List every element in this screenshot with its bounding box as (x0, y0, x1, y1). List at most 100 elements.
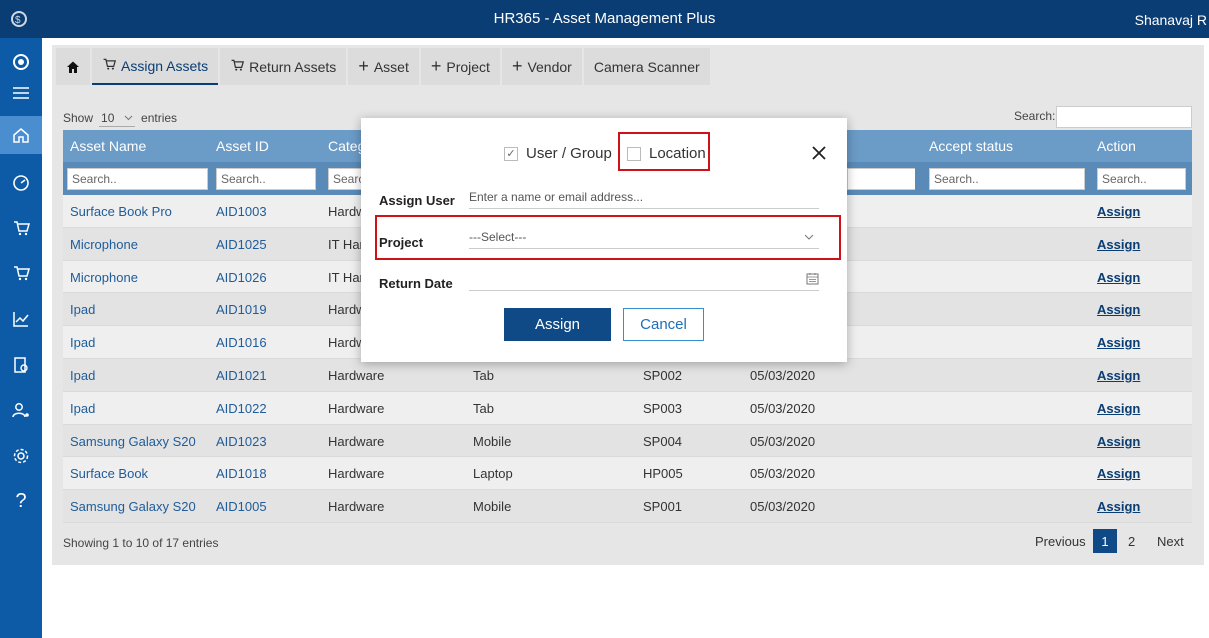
tab-return-assets[interactable]: Return Assets (220, 48, 347, 85)
filter-column-input[interactable] (847, 168, 915, 190)
assign-link[interactable]: Assign (1097, 270, 1140, 285)
hamburger-menu-icon[interactable] (0, 74, 42, 112)
date-cell: 05/03/2020 (750, 499, 816, 515)
assign-link[interactable]: Assign (1097, 237, 1140, 252)
date-cell: 05/03/2020 (750, 367, 816, 383)
assign-link[interactable]: Assign (1097, 368, 1140, 383)
pager-page-1-button[interactable]: 1 (1093, 529, 1117, 553)
document-search-icon[interactable] (0, 346, 42, 384)
asset-name-cell: Surface Book (70, 466, 149, 482)
plus-icon: + (511, 56, 523, 76)
plus-icon: + (430, 56, 442, 76)
check-icon[interactable]: ✓ (504, 146, 518, 161)
col-category[interactable]: Categ (328, 138, 365, 154)
asset-name-cell: Samsung Galaxy S20 (70, 499, 196, 515)
category-cell: Hardware (328, 499, 385, 515)
project-select[interactable]: ---Select--- (469, 227, 819, 249)
settings-gear-icon[interactable] (0, 437, 42, 475)
pager-previous-button[interactable]: Previous (1035, 529, 1086, 553)
type-cell: Tab (473, 400, 494, 416)
reports-chart-icon[interactable] (0, 300, 42, 338)
return-date-input[interactable] (469, 269, 819, 291)
asset-id-cell: AID1019 (216, 302, 267, 318)
return-date-label: Return Date (379, 276, 453, 291)
type-cell: Tab (473, 367, 494, 383)
asset-id-cell: AID1022 (216, 400, 267, 416)
tab-label: Vendor (527, 58, 572, 75)
add-vendor-button[interactable]: + Vendor (501, 48, 582, 85)
table-row: Ipad AID1021 Hardware Tab SP002 05/03/2020 Ass… (63, 358, 1192, 392)
cancel-button[interactable]: Cancel (623, 308, 704, 341)
asset-name-cell: Microphone (70, 269, 138, 285)
category-cell: Hardware (328, 400, 385, 416)
date-cell: 05/03/2020 (750, 466, 816, 482)
project-label: Project (379, 235, 424, 250)
category-cell: Hardw (328, 204, 366, 219)
category-cell: Hardw (328, 335, 366, 351)
home-icon[interactable] (0, 116, 42, 154)
assign-user-label: Assign User (379, 193, 455, 208)
asset-name-cell: Ipad (70, 400, 96, 416)
assign-cart-icon[interactable] (0, 209, 42, 247)
type-cell: Mobile (473, 433, 512, 449)
category-cell: Hardware (328, 466, 385, 482)
code-cell: SP003 (643, 400, 683, 416)
calendar-icon[interactable] (806, 272, 819, 285)
return-cart-icon[interactable] (0, 254, 42, 292)
show-label: Show (63, 111, 94, 125)
table-row: Samsung Galaxy S20 AID1023 Hardware Mobile S… (63, 424, 1192, 458)
asset-id-cell: AID1016 (216, 335, 267, 351)
asset-name-cell: Ipad (70, 302, 96, 318)
type-cell: Mobile (473, 499, 512, 515)
assign-button[interactable]: Assign (504, 308, 611, 341)
asset-name-cell: Samsung Galaxy S20 (70, 433, 196, 449)
camera-scanner-button[interactable]: Camera Scanner (583, 48, 710, 85)
tab-label: Camera Scanner (593, 58, 700, 75)
table-info: Showing 1 to 10 of 17 entries (63, 536, 219, 550)
col-action[interactable]: Action (1097, 138, 1136, 154)
type-cell: Laptop (473, 466, 513, 482)
user-name[interactable]: Shanavaj R (1135, 12, 1207, 28)
assign-user-input[interactable]: Enter a name or email address... (469, 187, 819, 209)
col-asset-id[interactable]: Asset ID (216, 138, 269, 154)
dashboard-gauge-icon[interactable] (0, 164, 42, 202)
assign-link[interactable]: Assign (1097, 401, 1140, 416)
tab-assign-assets[interactable]: Assign Assets (92, 48, 219, 85)
filter-asset-id-input[interactable]: Search.. (216, 168, 316, 190)
cart-icon (102, 57, 117, 74)
assign-link[interactable]: Assign (1097, 434, 1140, 449)
user-group-label: User / Group (526, 145, 612, 162)
assign-link[interactable]: Assign (1097, 499, 1140, 514)
user-group-option[interactable]: ✓ User / Group (504, 145, 612, 162)
chevron-down-icon (124, 115, 133, 120)
add-project-button[interactable]: + Project (420, 48, 500, 85)
col-asset-name[interactable]: Asset Name (70, 138, 146, 154)
chevron-down-icon (804, 234, 814, 240)
search-input[interactable] (1056, 106, 1192, 128)
cart-icon (230, 58, 245, 75)
pager-page-2-button[interactable]: 2 (1128, 529, 1135, 553)
entries-select[interactable]: 10 (99, 109, 136, 127)
close-icon[interactable] (811, 144, 827, 167)
assign-link[interactable]: Assign (1097, 466, 1140, 481)
pager-next-button[interactable]: Next (1157, 529, 1184, 553)
assign-link[interactable]: Assign (1097, 335, 1140, 350)
assign-link[interactable]: Assign (1097, 302, 1140, 317)
entries-label: entries (141, 111, 178, 125)
table-row: Surface Book AID1018 Hardware Laptop HP005 05… (63, 457, 1192, 491)
col-accept-status[interactable]: Accept status (929, 138, 1013, 154)
filter-accept-status-input[interactable]: Search.. (929, 168, 1085, 190)
add-asset-button[interactable]: + Asset (348, 48, 419, 85)
filter-action-input[interactable]: Search.. (1097, 168, 1186, 190)
home-icon (67, 61, 79, 73)
user-settings-icon[interactable] (0, 391, 42, 429)
assign-link[interactable]: Assign (1097, 204, 1140, 219)
filter-asset-name-input[interactable]: Search.. (67, 168, 208, 190)
asset-name-cell: Microphone (70, 236, 138, 252)
asset-id-cell: AID1003 (216, 204, 267, 219)
help-icon[interactable]: ? (0, 482, 42, 520)
home-button[interactable] (56, 48, 90, 85)
asset-name-cell: Surface Book Pro (70, 204, 172, 219)
top-bar: $ HR365 - Asset Management Plus Shanavaj… (0, 0, 1209, 38)
code-cell: SP002 (643, 367, 683, 383)
